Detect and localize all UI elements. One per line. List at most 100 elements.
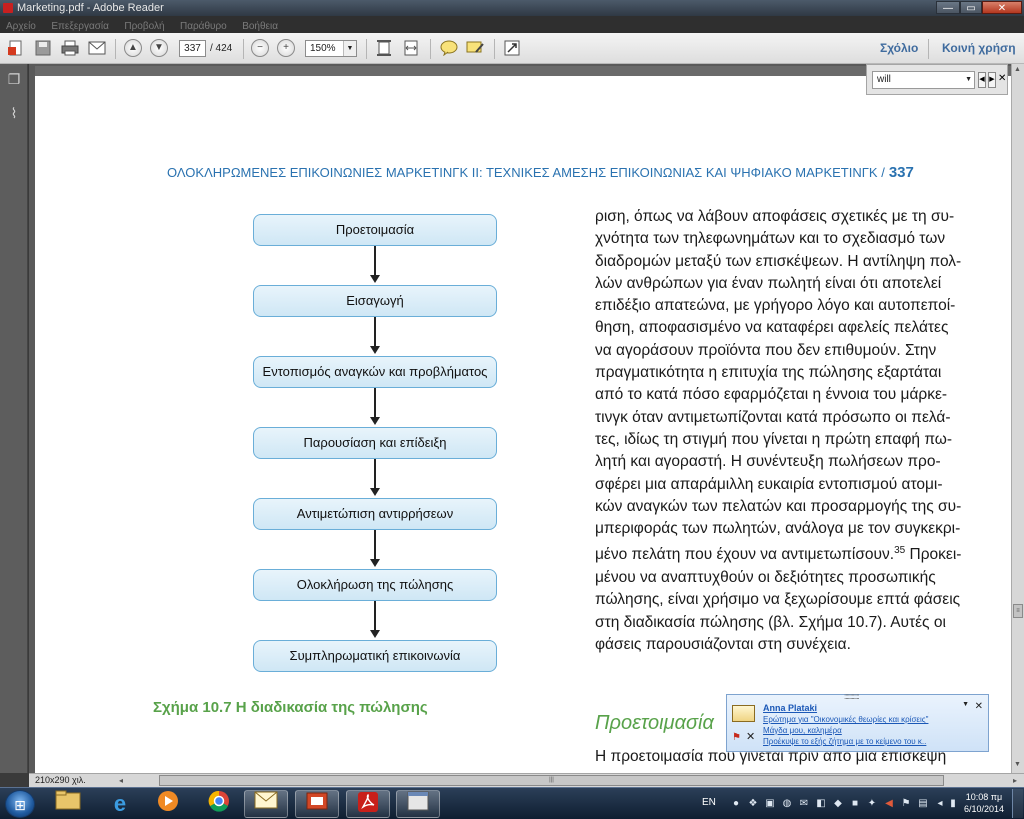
scroll-right-icon[interactable]: ▸ (1013, 774, 1017, 787)
scroll-up-icon[interactable]: ▲ (1014, 66, 1021, 73)
power-icon[interactable]: ▮ (947, 798, 959, 810)
adobe-reader-app-icon[interactable] (3, 3, 13, 13)
find-query: will (877, 74, 891, 85)
text-line: χνότητα των τηλεφωνημάτων και το σχεδιασ… (595, 230, 946, 248)
tray-icon[interactable]: ✦ (866, 798, 878, 810)
clock[interactable]: 10:08 πμ 6/10/2014 (960, 791, 1008, 815)
flag-icon[interactable]: ⚑ (732, 732, 741, 743)
tray-icon[interactable]: ◍ (781, 798, 793, 810)
text-line-with-footnote: μένο πελάτη που έχουν να αντιμετωπίσουν.… (595, 540, 1012, 566)
page-number-label: 337 (888, 164, 914, 181)
text-line: σφέρει μια απαράμιλλη ευκαιρία εντοπισμο… (595, 475, 943, 493)
menu-bar: Αρχείο Επεξεργασία Προβολή Παράθυρο Βοήθ… (0, 16, 1024, 33)
window-title: Marketing.pdf - Adobe Reader (17, 2, 164, 14)
sticky-note-icon[interactable] (439, 38, 459, 58)
prev-page-icon[interactable]: ▲ (124, 39, 142, 57)
language-indicator[interactable]: EN (702, 797, 716, 808)
text-line-tail: Προκει- (905, 546, 962, 564)
find-next-button[interactable]: ▶ (988, 72, 996, 88)
flow-connector (374, 317, 376, 347)
tray-icon[interactable]: ✉ (798, 798, 810, 810)
toolbar-separator (366, 39, 367, 59)
text-line: κών αναγκών των πελατών και προσαρμογής … (595, 497, 962, 515)
expand-icon[interactable] (502, 38, 522, 58)
vertical-scrollbar[interactable]: ▲ ≡ ▼ (1011, 64, 1024, 773)
tray-icon[interactable]: ● (730, 798, 742, 810)
dropbox-icon[interactable]: ❖ (747, 798, 759, 810)
running-head: ΟΛΟΚΛΗΡΩΜΕΝΕΣ ΕΠΙΚΟΙΝΩΝΙΕΣ ΜΑΡΚΕΤΙΝΓΚ ΙΙ… (167, 164, 914, 181)
page-thumbnails-icon[interactable]: ❐ (5, 70, 23, 88)
chrome-icon[interactable] (197, 790, 241, 818)
attachments-icon[interactable]: ⌇ (5, 104, 23, 122)
flag-icon[interactable]: ⚑ (900, 798, 912, 810)
speaker-muted-icon[interactable]: ◀ (883, 798, 895, 810)
notification-preview-line[interactable]: Μάγδα μου, καλημέρα (763, 726, 842, 735)
print-icon[interactable] (60, 38, 80, 58)
save-icon[interactable] (33, 38, 53, 58)
page-number-input[interactable]: 337 (179, 40, 206, 57)
flow-arrow (370, 346, 380, 354)
adobe-reader-icon[interactable] (346, 790, 390, 818)
maximize-button[interactable]: ▭ (960, 1, 982, 14)
start-button[interactable]: ⊞ (5, 790, 35, 818)
zoom-select[interactable]: 150% ▼ (305, 40, 357, 57)
clock-date: 6/10/2014 (963, 804, 1005, 814)
notification-menu-icon[interactable]: ▼ (962, 701, 969, 708)
show-desktop-button[interactable] (1012, 789, 1023, 818)
scroll-left-icon[interactable]: ◂ (119, 774, 123, 787)
text-line: φάσεις παρουσιάζονται στη συνέχεια. (595, 635, 851, 653)
network-icon[interactable]: ▤ (917, 798, 929, 810)
flow-step-closing: Ολοκλήρωση της πώλησης (253, 569, 497, 601)
tray-icon[interactable]: ◆ (832, 798, 844, 810)
outlook-icon[interactable] (244, 790, 288, 818)
close-button[interactable]: ✕ (982, 1, 1022, 14)
internet-explorer-icon[interactable]: e (98, 790, 142, 818)
find-input[interactable]: will ▼ (872, 71, 975, 89)
notification-subject[interactable]: Ερώτημα για "Οικονομικές θεωρίες και κρί… (763, 715, 928, 724)
notification-preview-line[interactable]: Προέκυψε το εξής ζήτημα με το κείμενο το… (763, 737, 926, 746)
volume-icon[interactable]: ◂ (934, 798, 946, 810)
flow-step-preparation: Προετοιμασία (253, 214, 497, 246)
tray-icon[interactable]: ◧ (815, 798, 827, 810)
fit-width-icon[interactable] (401, 38, 421, 58)
pdf-page: ΟΛΟΚΛΗΡΩΜΕΝΕΣ ΕΠΙΚΟΙΝΩΝΙΕΣ ΜΑΡΚΕΤΙΝΓΚ ΙΙ… (35, 66, 1012, 778)
create-icon[interactable] (6, 38, 26, 58)
chevron-down-icon[interactable]: ▼ (343, 41, 356, 56)
notification-close-icon[interactable]: ✕ (975, 701, 983, 712)
vertical-scroll-thumb[interactable]: ≡ (1013, 604, 1023, 618)
fit-page-icon[interactable] (374, 38, 394, 58)
email-notification[interactable]: :::::::::::: Anna Plataki Ερώτημα για "Ο… (726, 692, 989, 752)
next-page-icon[interactable]: ▼ (150, 39, 168, 57)
running-head-title: ΟΛΟΚΛΗΡΩΜΕΝΕΣ ΕΠΙΚΟΙΝΩΝΙΕΣ ΜΑΡΚΕΤΙΝΓΚ ΙΙ… (167, 165, 885, 180)
flow-step-introduction: Εισαγωγή (253, 285, 497, 317)
toolbar-separator (494, 39, 495, 59)
toolbar-separator (115, 39, 116, 59)
zoom-out-icon[interactable]: − (251, 39, 269, 57)
window-icon[interactable] (396, 790, 440, 818)
find-close-icon[interactable]: ✕ (998, 72, 1006, 88)
chevron-down-icon[interactable]: ▼ (965, 72, 972, 88)
footnote-reference[interactable]: 35 (894, 545, 905, 556)
find-previous-button[interactable]: ◀ (978, 72, 986, 88)
minimize-button[interactable]: — (936, 1, 960, 14)
highlight-icon[interactable] (465, 38, 485, 58)
find-toolbar: will ▼ ◀ ▶ ✕ (866, 64, 1008, 95)
horizontal-scroll-thumb[interactable]: ||| (159, 775, 944, 786)
zoom-in-icon[interactable]: + (277, 39, 295, 57)
comment-button[interactable]: Σχόλιο (880, 33, 918, 64)
horizontal-scrollbar[interactable]: ◂ ||| ▸ (117, 775, 1019, 786)
text-line: μένο πελάτη που έχουν να αντιμετωπίσουν. (595, 546, 895, 564)
drag-grip[interactable]: :::::::::::: (844, 692, 860, 701)
presentation-icon[interactable] (295, 790, 339, 818)
media-player-icon[interactable] (146, 790, 190, 818)
delete-icon[interactable]: ✕ (746, 730, 755, 743)
email-icon[interactable] (87, 38, 107, 58)
text-line: πραγματικότητα η επιτυχία της πώλησης εξ… (595, 364, 942, 382)
share-button[interactable]: Κοινή χρήση (942, 33, 1016, 64)
scroll-down-icon[interactable]: ▼ (1014, 761, 1021, 768)
explorer-icon[interactable] (46, 790, 90, 818)
tray-icon[interactable]: ■ (849, 798, 861, 810)
text-line: από το κατά πόσο εφαρμόζεται η έννοια το… (595, 386, 948, 404)
tray-icon[interactable]: ▣ (764, 798, 776, 810)
notification-sender[interactable]: Anna Plataki (763, 703, 817, 713)
